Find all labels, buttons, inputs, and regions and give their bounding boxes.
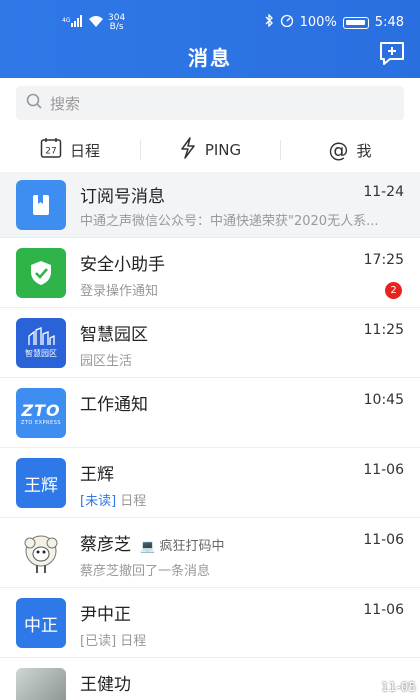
message-time: 11-06 [363,532,404,548]
tab-mentions[interactable]: @ 我 [280,128,420,172]
message-name: 王辉 [80,465,114,485]
network-speed-unit: B/s [109,22,124,32]
message-name: 安全小助手 [80,255,165,275]
contact-status: 💻 疯狂打码中 [140,539,224,554]
search-placeholder: 搜索 [50,94,81,113]
message-preview: [未读] 日程 [80,490,146,509]
avatar: 中正 [16,598,66,648]
shield-check-icon [16,248,66,298]
speedometer-icon [280,14,294,31]
zto-logo: ZTO ZTO EXPRESS [16,388,66,438]
tab-ping[interactable]: PING [140,128,280,172]
svg-text:27: 27 [45,147,56,157]
quick-tabs: 27 日程 PING @ 我 [0,128,420,172]
bookmark-icon [16,180,66,230]
watermark: 11-05 [381,680,416,694]
message-list: 订阅号消息 11-24 中通之声微信公众号：中通快递荣获"2020无人系... … [0,172,420,700]
sheep-avatar [16,528,66,578]
calendar-icon: 27 [40,137,62,163]
list-item[interactable]: 王辉 王辉 11-06 [未读] 日程 [0,448,420,518]
list-item[interactable]: 中正 尹中正 11-06 [已读] 日程 [0,588,420,658]
search-icon [26,93,50,113]
laptop-icon: 💻 [140,539,156,553]
signal-icon: 4G [62,15,84,31]
list-item[interactable]: 安全小助手 17:25 登录操作通知 2 [0,238,420,308]
battery-icon [342,16,369,29]
at-icon: @ [328,138,349,162]
smart-park-logo-text: 智慧园区 [25,349,57,358]
message-preview: [已读] 日程 [80,630,146,649]
tab-schedule-label: 日程 [69,141,100,160]
page-title: 消息 [188,46,232,70]
message-time: 11:25 [363,322,404,338]
message-time: 11-06 [363,602,404,618]
contact-name: 蔡彦芝 [80,535,131,555]
unread-badge: 2 [385,282,402,299]
clock: 5:48 [374,15,404,30]
list-item[interactable]: 智慧园区 智慧园区 11:25 园区生活 [0,308,420,378]
tab-schedule[interactable]: 27 日程 [0,128,140,172]
message-preview: 蔡彦芝撤回了一条消息 [80,564,211,579]
list-item[interactable]: ZTO ZTO EXPRESS 工作通知 10:45 [0,378,420,448]
list-item[interactable]: 蔡彦芝 💻 疯狂打码中 11-06 蔡彦芝撤回了一条消息 [0,518,420,588]
tab-ping-label: PING [204,141,242,159]
read-tag: [已读] [80,634,117,649]
list-item[interactable]: 订阅号消息 11-24 中通之声微信公众号：中通快递荣获"2020无人系... [0,172,420,238]
message-name: 尹中正 [80,605,131,625]
message-time: 11-24 [363,184,404,200]
search-area: 搜索 [0,78,420,128]
bluetooth-icon [265,13,274,31]
lightning-icon [179,137,197,163]
photo-avatar [16,668,66,700]
smart-park-logo: 智慧园区 [16,318,66,368]
message-name: 智慧园区 [80,325,148,345]
wifi-icon [88,15,104,31]
status-bar: 4G 304 B/s 100% 5:48 [0,0,420,34]
message-preview: 中通之声微信公众号：中通快递荣获"2020无人系... [80,214,379,229]
zto-logo-text: ZTO [21,400,61,420]
message-preview-text: 日程 [120,634,147,649]
message-preview-text: 日程 [120,494,147,509]
message-name: 蔡彦芝 💻 疯狂打码中 [80,530,225,555]
avatar: 王辉 [16,458,66,508]
app-header: 4G 304 B/s 100% 5:48 消息 [0,0,420,78]
contact-status-text: 疯狂打码中 [159,539,225,554]
search-input[interactable]: 搜索 [16,86,404,120]
message-preview: 登录操作通知 [80,284,159,299]
message-name: 订阅号消息 [80,187,165,207]
message-time: 17:25 [363,252,404,268]
compose-message-icon[interactable] [378,40,406,66]
zto-logo-subtext: ZTO EXPRESS [20,419,62,426]
tab-mentions-label: 我 [356,141,372,160]
unread-tag: [未读] [80,494,117,509]
battery-percent: 100% [299,15,337,30]
message-preview: 园区生活 [80,354,133,369]
network-speed: 304 B/s [108,14,125,32]
message-time: 10:45 [363,392,404,408]
svg-text:4G: 4G [62,17,71,24]
message-name: 工作通知 [80,395,148,415]
list-item[interactable]: 王健功 [0,658,420,700]
message-name: 王健功 [80,675,131,695]
message-time: 11-06 [363,462,404,478]
